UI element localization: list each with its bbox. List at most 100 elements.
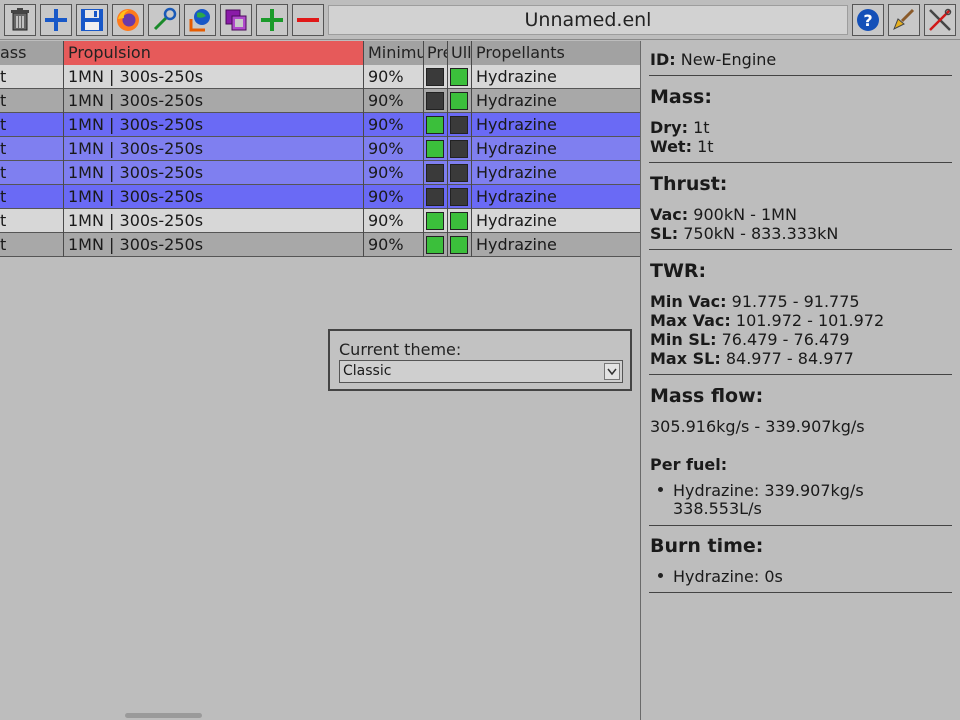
col-header-propulsion[interactable]: Propulsion: [64, 41, 364, 65]
pressure-status-indicator[interactable]: [426, 68, 444, 86]
cell-propellants: Hydrazine: [476, 91, 557, 110]
cell-minimum: 90%: [364, 137, 424, 161]
pressure-status-indicator[interactable]: [426, 140, 444, 158]
cell-pressure: [424, 89, 448, 113]
twr-max-sl: Max SL: 84.977 - 84.977: [650, 349, 854, 368]
thrust-sl: SL: 750kN - 833.333kN: [650, 224, 839, 243]
cell-class: t: [0, 65, 64, 89]
theme-label: Current theme:: [339, 340, 462, 359]
bullet-icon: [658, 573, 663, 578]
divider: [649, 592, 952, 593]
cell-minimum: 90%: [364, 185, 424, 209]
help-icon[interactable]: ?: [852, 4, 884, 36]
theme-select[interactable]: Classic: [339, 360, 623, 383]
trash-icon[interactable]: [4, 4, 36, 36]
pressure-status-indicator[interactable]: [426, 164, 444, 182]
chevron-down-icon[interactable]: [604, 363, 620, 380]
cell-propellants: Hydrazine: [476, 115, 557, 134]
col-header-propellants[interactable]: Propellants: [472, 41, 640, 65]
add-icon[interactable]: [256, 4, 288, 36]
cell-class: t: [0, 209, 64, 233]
ullage-status-indicator[interactable]: [450, 140, 468, 158]
cell-propulsion: 1MN | 300s-250s: [64, 65, 364, 89]
cell-propulsion: 1MN | 300s-250s: [64, 233, 364, 257]
col-header-class[interactable]: ass: [0, 41, 64, 65]
ullage-status-indicator[interactable]: [450, 116, 468, 134]
table-row[interactable]: t 1MN | 300s-250s 90% Hydrazine: [0, 233, 640, 257]
cell-ullage: [448, 65, 472, 89]
pressure-status-indicator[interactable]: [426, 236, 444, 254]
settings-tools-icon[interactable]: [924, 4, 956, 36]
file-title: Unnamed.enl: [328, 5, 848, 35]
twr-min-vac: Min Vac: 91.775 - 91.775: [650, 292, 860, 311]
cell-pressure: [424, 233, 448, 257]
cell-minimum: 90%: [364, 89, 424, 113]
table-header: ass Propulsion Minimu Pre Ull Propellant…: [0, 41, 640, 65]
burn-time-heading: Burn time:: [650, 535, 764, 557]
bullet-icon: [658, 487, 663, 492]
cell-minimum: 90%: [364, 209, 424, 233]
cell-class: t: [0, 137, 64, 161]
mass-flow-value: 305.916kg/s - 339.907kg/s: [650, 417, 865, 436]
theme-popup: Current theme: Classic: [328, 329, 632, 391]
firefox-icon[interactable]: [112, 4, 144, 36]
mass-flow-heading: Mass flow:: [650, 385, 764, 407]
ullage-status-indicator[interactable]: [450, 164, 468, 182]
cell-pressure: [424, 65, 448, 89]
cell-ullage: [448, 209, 472, 233]
cell-propellants: Hydrazine: [476, 67, 557, 86]
theme-brush-icon[interactable]: [888, 4, 920, 36]
ullage-status-indicator[interactable]: [450, 212, 468, 230]
validate-icon[interactable]: [148, 4, 180, 36]
engine-id: New-Engine: [680, 50, 777, 69]
divider: [649, 249, 952, 250]
cell-ullage: [448, 89, 472, 113]
cell-propellants: Hydrazine: [476, 211, 557, 230]
divider: [649, 75, 952, 76]
table-row[interactable]: t 1MN | 300s-250s 90% Hydrazine: [0, 65, 640, 89]
cell-class: t: [0, 233, 64, 257]
cell-class: t: [0, 161, 64, 185]
thrust-heading: Thrust:: [650, 173, 728, 195]
table-row[interactable]: t 1MN | 300s-250s 90% Hydrazine: [0, 161, 640, 185]
cell-class: t: [0, 185, 64, 209]
col-header-pressure[interactable]: Pre: [424, 41, 448, 65]
cell-ullage: [448, 185, 472, 209]
cell-minimum: 90%: [364, 113, 424, 137]
horizontal-scrollbar[interactable]: [125, 713, 202, 718]
id-line: ID: New-Engine: [650, 50, 777, 69]
table-row[interactable]: t 1MN | 300s-250s 90% Hydrazine: [0, 185, 640, 209]
remove-icon[interactable]: [292, 4, 324, 36]
cell-minimum: 90%: [364, 161, 424, 185]
table-row[interactable]: t 1MN | 300s-250s 90% Hydrazine: [0, 89, 640, 113]
save-icon[interactable]: [76, 4, 108, 36]
pressure-status-indicator[interactable]: [426, 212, 444, 230]
cell-propellants: Hydrazine: [476, 235, 557, 254]
cell-ullage: [448, 161, 472, 185]
pressure-status-indicator[interactable]: [426, 92, 444, 110]
ullage-status-indicator[interactable]: [450, 68, 468, 86]
twr-max-vac: Max Vac: 101.972 - 101.972: [650, 311, 885, 330]
pressure-status-indicator[interactable]: [426, 116, 444, 134]
cell-minimum: 90%: [364, 233, 424, 257]
fuel-flow-volume: 338.553L/s: [673, 499, 762, 518]
fuel-flow-mass: Hydrazine: 339.907kg/s: [673, 481, 864, 500]
ullage-status-indicator[interactable]: [450, 236, 468, 254]
new-icon[interactable]: [40, 4, 72, 36]
table-row[interactable]: t 1MN | 300s-250s 90% Hydrazine: [0, 137, 640, 161]
table-row[interactable]: t 1MN | 300s-250s 90% Hydrazine: [0, 113, 640, 137]
pressure-status-indicator[interactable]: [426, 188, 444, 206]
export-icon[interactable]: [184, 4, 216, 36]
cell-pressure: [424, 161, 448, 185]
divider: [649, 525, 952, 526]
cell-ullage: [448, 233, 472, 257]
cell-minimum: 90%: [364, 65, 424, 89]
ullage-status-indicator[interactable]: [450, 92, 468, 110]
col-header-ullage[interactable]: Ull: [448, 41, 472, 65]
col-header-minimum[interactable]: Minimu: [364, 41, 424, 65]
ullage-status-indicator[interactable]: [450, 188, 468, 206]
duplicate-icon[interactable]: [220, 4, 252, 36]
cell-propulsion: 1MN | 300s-250s: [64, 161, 364, 185]
cell-propulsion: 1MN | 300s-250s: [64, 209, 364, 233]
table-row[interactable]: t 1MN | 300s-250s 90% Hydrazine: [0, 209, 640, 233]
